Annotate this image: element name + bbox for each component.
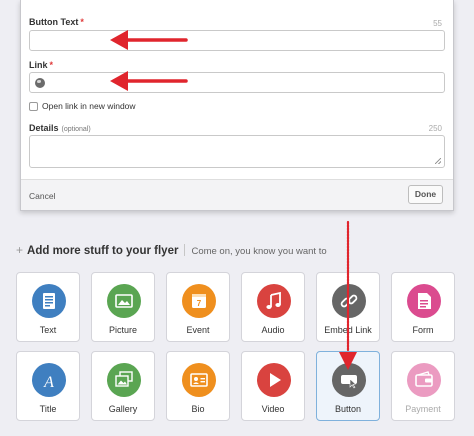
section-title: Add more stuff to your flyer xyxy=(27,245,179,257)
tile-embed-link[interactable]: Embed Link xyxy=(316,272,380,342)
tile-video-circle xyxy=(257,363,291,397)
divider xyxy=(184,244,186,256)
tile-picture-circle xyxy=(107,284,141,318)
tile-button[interactable]: Button xyxy=(316,351,380,421)
link-label-text: Link xyxy=(29,60,48,70)
plus-icon: + xyxy=(16,243,24,257)
tile-event-label: Event xyxy=(186,325,210,335)
tile-form-label: Form xyxy=(412,325,434,335)
tile-text-circle xyxy=(32,284,66,318)
tile-picture-label: Picture xyxy=(108,325,137,335)
details-label-text: Details xyxy=(29,123,59,133)
details-label: Details (optional) xyxy=(29,123,91,133)
tile-title-circle: A xyxy=(32,363,66,397)
gallery-icon xyxy=(115,371,133,387)
details-textarea[interactable] xyxy=(29,135,445,168)
tile-video-label: Video xyxy=(261,404,285,414)
tile-text[interactable]: Text xyxy=(16,272,80,342)
done-button[interactable]: Done xyxy=(408,185,443,204)
open-new-window-checkbox[interactable] xyxy=(29,102,38,111)
cancel-button[interactable]: Cancel xyxy=(29,191,55,201)
dialog-footer: Cancel Done xyxy=(21,179,453,210)
tile-button-label: Button xyxy=(334,404,362,414)
tile-bio-circle xyxy=(182,363,216,397)
tile-video[interactable]: Video xyxy=(241,351,305,421)
picture-icon xyxy=(115,294,133,308)
resize-grip-icon[interactable] xyxy=(435,158,441,164)
tile-text-label: Text xyxy=(39,325,57,335)
text-doc-icon xyxy=(43,293,55,309)
details-char-counter: 250 xyxy=(428,124,442,133)
svg-text:7: 7 xyxy=(197,299,202,308)
tile-gallery[interactable]: Gallery xyxy=(91,351,155,421)
music-note-icon xyxy=(266,291,281,309)
play-icon xyxy=(270,373,281,387)
tile-payment-label: Payment xyxy=(405,404,441,414)
svg-text:A: A xyxy=(43,374,54,391)
button-settings-dialog: Button Text * 55 Link * Open link in new w… xyxy=(20,0,454,211)
tile-form-circle xyxy=(407,284,441,318)
details-optional-note: (optional) xyxy=(61,126,91,133)
section-subtitle: Come on, you know you want to xyxy=(191,246,327,257)
link-label: Link * xyxy=(29,60,53,70)
link-input[interactable] xyxy=(29,72,445,93)
button-text-label-text: Button Text xyxy=(29,17,79,27)
tile-gallery-circle xyxy=(107,363,141,397)
tile-audio[interactable]: Audio xyxy=(241,272,305,342)
required-mark: * xyxy=(80,17,84,27)
title-a-icon: A xyxy=(43,374,54,391)
calendar-icon: 7 xyxy=(192,294,206,308)
tile-title[interactable]: A Title xyxy=(16,351,80,421)
button-text-char-counter: 55 xyxy=(433,19,442,28)
add-stuff-heading: + Add more stuff to your flyer Come on, yo… xyxy=(16,243,327,259)
tile-payment[interactable]: Payment xyxy=(391,351,455,421)
tile-embed-link-circle xyxy=(332,284,366,318)
tile-title-label: Title xyxy=(39,404,57,414)
button-text-input[interactable] xyxy=(29,30,445,51)
tile-bio-label: Bio xyxy=(191,404,205,414)
tile-bio[interactable]: Bio xyxy=(166,351,230,421)
button-text-label: Button Text * xyxy=(29,17,84,27)
globe-icon xyxy=(35,78,45,88)
tile-audio-circle xyxy=(257,284,291,318)
open-new-window-label[interactable]: Open link in new window xyxy=(42,101,136,111)
tile-button-circle xyxy=(332,363,366,397)
tile-gallery-label: Gallery xyxy=(108,404,138,414)
tile-audio-label: Audio xyxy=(261,325,285,335)
tile-payment-circle xyxy=(407,363,441,397)
required-mark: * xyxy=(49,60,54,70)
button-click-icon xyxy=(341,375,357,389)
tile-event[interactable]: 7 Event xyxy=(166,272,230,342)
link-icon xyxy=(340,294,358,308)
tile-embed-link-label: Embed Link xyxy=(324,325,372,335)
wallet-icon xyxy=(415,371,433,387)
tile-picture[interactable]: Picture xyxy=(91,272,155,342)
tile-event-circle: 7 xyxy=(182,284,216,318)
form-icon xyxy=(418,293,431,309)
bio-card-icon xyxy=(190,373,208,387)
tile-form[interactable]: Form xyxy=(391,272,455,342)
